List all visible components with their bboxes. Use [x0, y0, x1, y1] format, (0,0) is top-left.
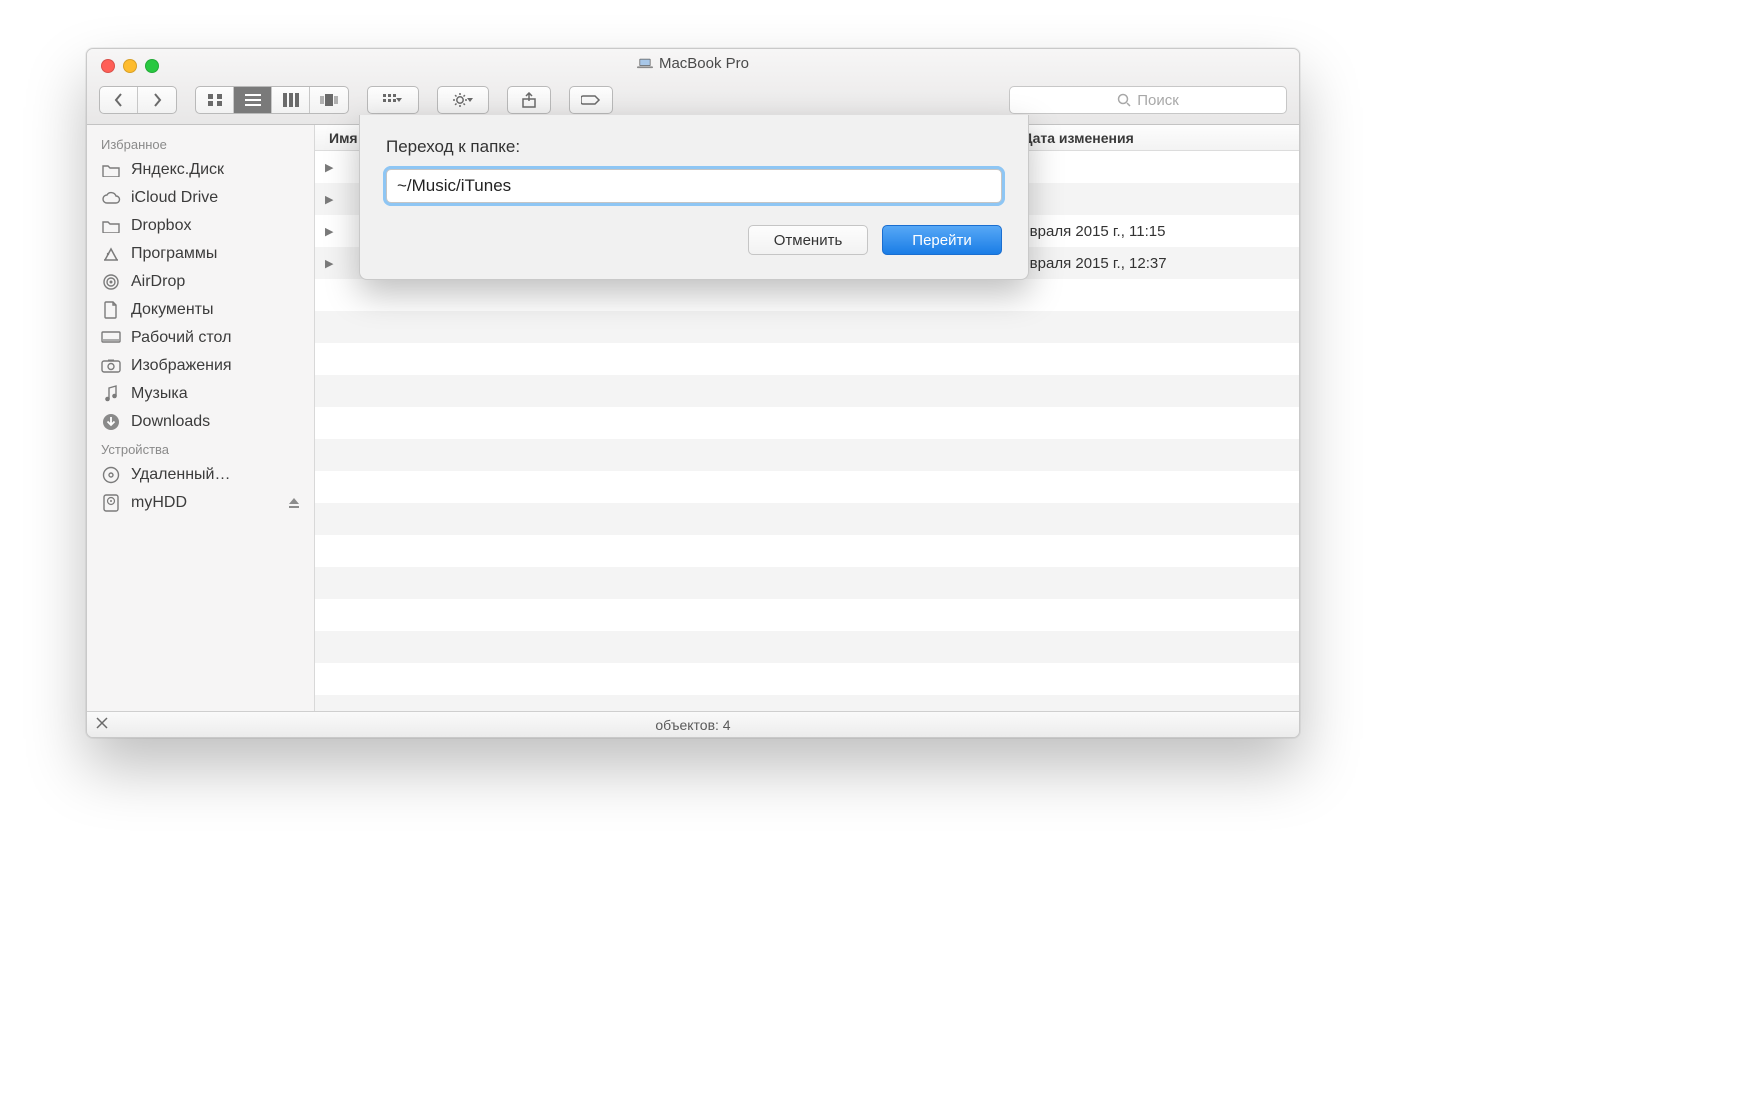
- cell-date: февраля 2015 г., 11:15: [999, 223, 1299, 240]
- back-button[interactable]: [100, 87, 138, 113]
- sidebar-item-label: Изображения: [131, 357, 232, 375]
- sidebar-item-applications[interactable]: Программы: [87, 240, 314, 268]
- sidebar-item-myhdd[interactable]: myHDD: [87, 489, 314, 517]
- sidebar-item-dropbox[interactable]: Dropbox: [87, 212, 314, 240]
- sidebar-item-label: Рабочий стол: [131, 329, 231, 347]
- arrange-button[interactable]: [368, 87, 418, 113]
- column-view-button[interactable]: [272, 87, 310, 113]
- folder-icon: [101, 161, 121, 179]
- status-text: объектов: 4: [655, 717, 730, 733]
- laptop-icon: [637, 58, 653, 69]
- sidebar-item-yandex-disk[interactable]: Яндекс.Диск: [87, 156, 314, 184]
- sidebar-item-label: Документы: [131, 301, 213, 319]
- eject-icon[interactable]: [288, 497, 300, 509]
- downloads-icon: [101, 413, 121, 431]
- action-button[interactable]: [438, 87, 488, 113]
- sidebar-item-label: myHDD: [131, 494, 187, 512]
- music-icon: [101, 385, 121, 403]
- desktop-icon: [101, 329, 121, 347]
- sidebar-item-label: Dropbox: [131, 217, 191, 235]
- sidebar-item-label: Яндекс.Диск: [131, 161, 224, 179]
- go-to-folder-sheet: Переход к папке: Отменить Перейти: [359, 115, 1029, 280]
- sidebar-item-icloud[interactable]: iCloud Drive: [87, 184, 314, 212]
- nav-buttons: [99, 86, 177, 114]
- sidebar-item-pictures[interactable]: Изображения: [87, 352, 314, 380]
- search-field[interactable]: Поиск: [1009, 86, 1287, 114]
- hdd-icon: [101, 494, 121, 512]
- sidebar-item-remote-disc[interactable]: Удаленный…: [87, 461, 314, 489]
- finder-window: MacBook Pro: [86, 48, 1300, 738]
- titlebar: MacBook Pro: [87, 49, 1299, 125]
- sidebar-item-desktop[interactable]: Рабочий стол: [87, 324, 314, 352]
- window-title: MacBook Pro: [87, 55, 1299, 72]
- cloud-icon: [101, 189, 121, 207]
- view-mode-buttons: [195, 86, 349, 114]
- share-button[interactable]: [508, 87, 550, 113]
- disclosure-triangle-icon[interactable]: ▶: [325, 161, 333, 174]
- search-icon: [1117, 93, 1131, 107]
- folder-icon: [101, 217, 121, 235]
- sheet-label: Переход к папке:: [386, 137, 1002, 157]
- sidebar: Избранное Яндекс.Диск iCloud Drive Dropb…: [87, 125, 315, 711]
- sidebar-devices-header: Устройства: [87, 436, 314, 461]
- sidebar-item-documents[interactable]: Документы: [87, 296, 314, 324]
- cell-date: февраля 2015 г., 12:37: [999, 255, 1299, 272]
- sidebar-item-label: Downloads: [131, 413, 210, 431]
- sidebar-item-label: iCloud Drive: [131, 189, 218, 207]
- tags-button-group: [569, 86, 613, 114]
- search-placeholder: Поиск: [1137, 92, 1179, 109]
- sidebar-item-label: Программы: [131, 245, 217, 263]
- document-icon: [101, 301, 121, 319]
- sidebar-item-music[interactable]: Музыка: [87, 380, 314, 408]
- sidebar-item-downloads[interactable]: Downloads: [87, 408, 314, 436]
- cancel-button[interactable]: Отменить: [748, 225, 868, 255]
- path-bar-icon[interactable]: [95, 716, 109, 730]
- disclosure-triangle-icon[interactable]: ▶: [325, 225, 333, 238]
- column-date-header[interactable]: ДатДата изменения: [999, 130, 1299, 146]
- window-title-text: MacBook Pro: [659, 55, 749, 72]
- list-view-button[interactable]: [234, 87, 272, 113]
- applications-icon: [101, 245, 121, 263]
- action-button-group: [437, 86, 489, 114]
- disclosure-triangle-icon[interactable]: ▶: [325, 257, 333, 270]
- disclosure-triangle-icon[interactable]: ▶: [325, 193, 333, 206]
- icon-view-button[interactable]: [196, 87, 234, 113]
- sidebar-item-label: Музыка: [131, 385, 188, 403]
- sidebar-item-label: AirDrop: [131, 273, 185, 291]
- share-button-group: [507, 86, 551, 114]
- airdrop-icon: [101, 273, 121, 291]
- forward-button[interactable]: [138, 87, 176, 113]
- disc-icon: [101, 466, 121, 484]
- folder-path-input[interactable]: [386, 169, 1002, 203]
- toolbar: Поиск: [99, 83, 1287, 117]
- arrange-button-group: [367, 86, 419, 114]
- status-bar: объектов: 4: [87, 711, 1299, 737]
- sidebar-favorites-header: Избранное: [87, 131, 314, 156]
- sidebar-item-airdrop[interactable]: AirDrop: [87, 268, 314, 296]
- tags-button[interactable]: [570, 87, 612, 113]
- sidebar-item-label: Удаленный…: [131, 466, 231, 484]
- pictures-icon: [101, 357, 121, 375]
- coverflow-view-button[interactable]: [310, 87, 348, 113]
- go-button[interactable]: Перейти: [882, 225, 1002, 255]
